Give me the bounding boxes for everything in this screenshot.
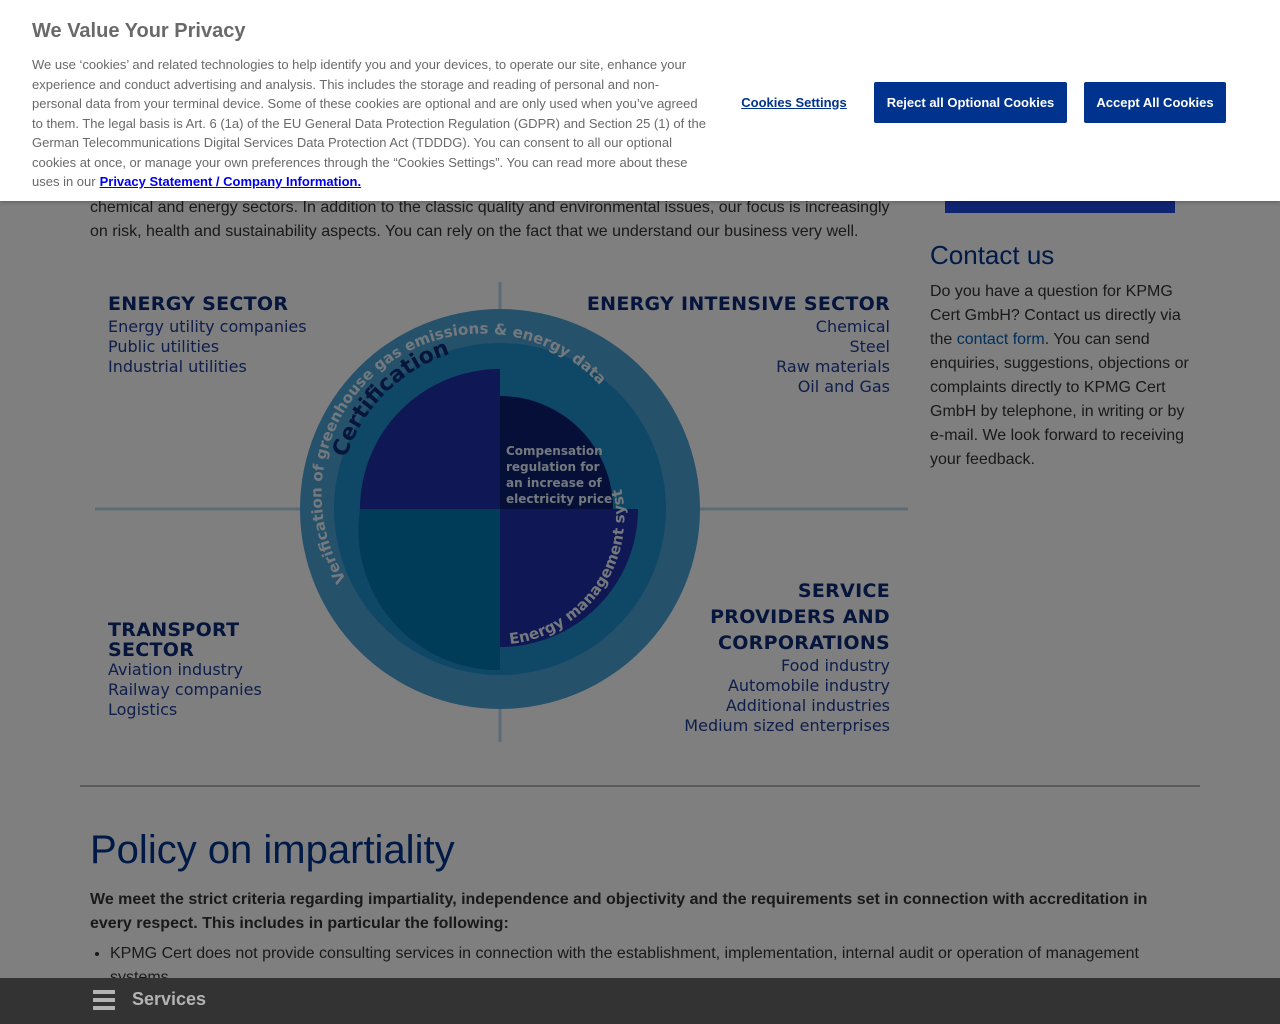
cookies-settings-button[interactable]: Cookies Settings [733, 90, 855, 114]
cookie-banner-body: We use ‘cookies’ and related technologie… [32, 57, 706, 189]
cookie-banner-title: We Value Your Privacy [32, 20, 246, 42]
cookie-banner: We Value Your Privacy We use ‘cookies’ a… [0, 0, 1280, 201]
privacy-statement-link[interactable]: Privacy Statement / Company Information. [100, 174, 362, 189]
hamburger-menu-icon[interactable] [93, 990, 115, 1010]
accept-all-cookies-button[interactable]: Accept All Cookies [1084, 82, 1226, 123]
reject-optional-cookies-button[interactable]: Reject all Optional Cookies [874, 82, 1067, 123]
services-menu-label[interactable]: Services [132, 989, 206, 1010]
cookie-banner-text: We use ‘cookies’ and related technologie… [32, 55, 707, 192]
